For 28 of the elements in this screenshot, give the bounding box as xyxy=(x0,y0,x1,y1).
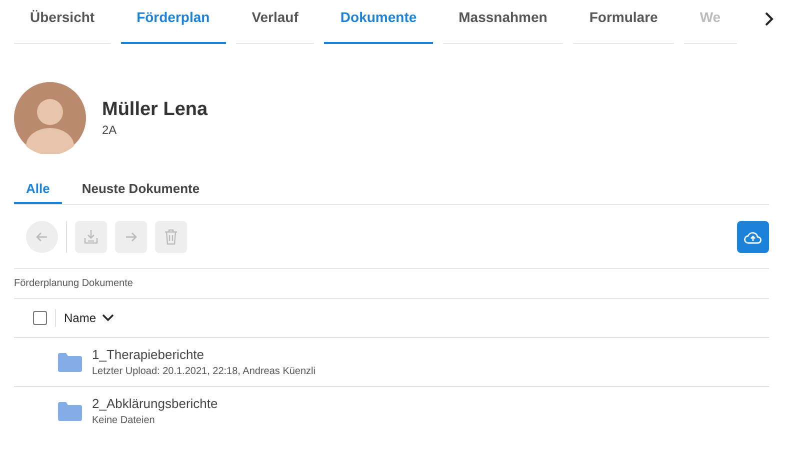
arrow-right-icon xyxy=(124,230,138,244)
chevron-down-icon xyxy=(102,314,114,322)
cloud-upload-icon xyxy=(744,230,762,244)
name-column-header[interactable]: Name xyxy=(64,311,114,325)
filter-tab[interactable]: Alle xyxy=(14,174,62,204)
person-name: Müller Lena xyxy=(102,99,208,121)
nav-tab[interactable]: Formulare xyxy=(573,0,674,44)
filter-tab[interactable]: Neuste Dokumente xyxy=(70,174,212,204)
trash-icon xyxy=(164,229,178,245)
folder-details: Keine Dateien xyxy=(92,415,156,426)
folder-name[interactable]: 2_Abklärungsberichte xyxy=(92,396,218,411)
arrow-left-icon xyxy=(35,230,49,244)
folder-name[interactable]: 1_Therapieberichte xyxy=(92,347,316,362)
download-icon xyxy=(83,229,99,245)
folder-icon xyxy=(58,401,82,421)
nav-tab[interactable]: Massnahmen xyxy=(442,0,564,44)
breadcrumb: Förderplanung Dokumente xyxy=(14,278,133,289)
folder-icon xyxy=(58,352,82,372)
nav-tab[interactable]: Dokumente xyxy=(324,0,433,44)
class-label: 2A xyxy=(102,123,118,137)
folder-details: Letzter Upload: 20.1.2021, 22:18, Andreas Küenzli xyxy=(92,366,316,377)
upload-button[interactable] xyxy=(737,221,769,253)
chevron-right-icon[interactable] xyxy=(764,11,774,27)
nav-tab[interactable]: Verlauf xyxy=(236,0,314,44)
nav-tab[interactable]: Förderplan xyxy=(120,0,226,44)
avatar-icon xyxy=(14,82,86,154)
nav-tab[interactable]: Übersicht xyxy=(14,0,111,44)
select-all-checkbox[interactable] xyxy=(33,311,47,325)
